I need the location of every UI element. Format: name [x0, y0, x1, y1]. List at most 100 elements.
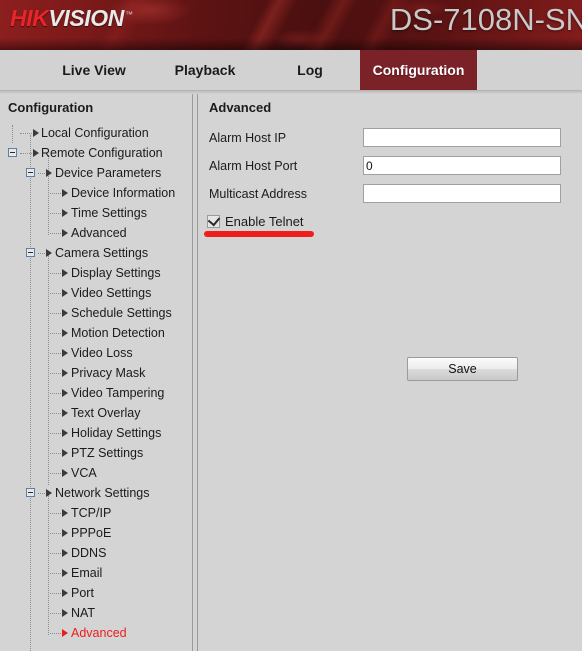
tree-item-vca[interactable]: VCA: [0, 463, 192, 483]
tree-item-port[interactable]: Port: [0, 583, 192, 603]
tree-item-advanced[interactable]: Advanced: [0, 223, 192, 243]
tree-item-advanced[interactable]: Advanced: [0, 623, 192, 643]
tree-item-label: Motion Detection: [71, 326, 165, 340]
chevron-right-icon: [62, 429, 68, 437]
tree-item-text-overlay[interactable]: Text Overlay: [0, 403, 192, 423]
tree-connector: [50, 333, 61, 334]
tree-item-nat[interactable]: NAT: [0, 603, 192, 623]
enable-telnet-row[interactable]: Enable Telnet: [207, 213, 304, 229]
tree-connector: [38, 253, 45, 254]
tree-item-tcp-ip[interactable]: TCP/IP: [0, 503, 192, 523]
tree-item-label: Video Tampering: [71, 386, 165, 400]
chevron-right-icon: [46, 249, 52, 257]
label-multicast-address: Multicast Address: [209, 187, 307, 201]
chevron-right-icon: [62, 329, 68, 337]
tree-item-label: Camera Settings: [55, 246, 149, 260]
chevron-right-icon: [62, 469, 68, 477]
tree-item-time-settings[interactable]: Time Settings: [0, 203, 192, 223]
label-alarm-host-port: Alarm Host Port: [209, 159, 298, 173]
tree-item-label: Holiday Settings: [71, 426, 162, 440]
tree-item-label: Email: [71, 566, 103, 580]
tab-playback[interactable]: Playback: [150, 50, 260, 90]
save-button[interactable]: Save: [407, 357, 518, 381]
checkmark-icon: [207, 213, 221, 227]
chevron-right-icon: [33, 149, 39, 157]
tree-item-device-information[interactable]: Device Information: [0, 183, 192, 203]
tree-connector: [50, 213, 61, 214]
tree-item-video-tampering[interactable]: Video Tampering: [0, 383, 192, 403]
tab-configuration[interactable]: Configuration: [360, 50, 477, 90]
chevron-right-icon: [62, 269, 68, 277]
tree-connector: [50, 613, 61, 614]
chevron-right-icon: [62, 589, 68, 597]
tree-item-ddns[interactable]: DDNS: [0, 543, 192, 563]
hikvision-logo: HIKVISION™: [10, 5, 133, 32]
tree-item-pppoe[interactable]: PPPoE: [0, 523, 192, 543]
tree-item-camera-settings[interactable]: Camera Settings: [0, 243, 192, 263]
tree-connector: [38, 493, 45, 494]
configuration-sidebar: Configuration Local Configuration Remote …: [0, 94, 193, 651]
field-row-alarm-host-ip: Alarm Host IP: [209, 127, 286, 149]
logo-hik-text: HIK: [10, 5, 49, 31]
tree-item-local-configuration[interactable]: Local Configuration: [0, 123, 192, 143]
tree-connector: [50, 353, 61, 354]
tree-connector: [50, 373, 61, 374]
tree-item-label: Advanced: [71, 626, 127, 640]
tree-connector: [50, 313, 61, 314]
collapse-toggle-icon[interactable]: [26, 168, 35, 177]
chevron-right-icon: [62, 189, 68, 197]
tree-item-label: Local Configuration: [41, 126, 149, 140]
chevron-right-icon: [62, 349, 68, 357]
brand-header: HIKVISION™ DS-7108N-SN: [0, 0, 582, 50]
tree-item-schedule-settings[interactable]: Schedule Settings: [0, 303, 192, 323]
tree-item-label: TCP/IP: [71, 506, 112, 520]
tree-item-label: NAT: [71, 606, 96, 620]
chevron-right-icon: [62, 229, 68, 237]
tree-item-video-loss[interactable]: Video Loss: [0, 343, 192, 363]
tab-log[interactable]: Log: [260, 50, 360, 90]
logo-vision-text: VISION: [48, 5, 124, 31]
tree-item-video-settings[interactable]: Video Settings: [0, 283, 192, 303]
input-alarm-host-ip[interactable]: [363, 128, 561, 147]
tree-item-label: Display Settings: [71, 266, 161, 280]
collapse-toggle-icon[interactable]: [26, 488, 35, 497]
tree-item-label: Device Parameters: [55, 166, 162, 180]
tree-item-label: Video Loss: [71, 346, 133, 360]
trademark-icon: ™: [124, 10, 133, 20]
tree-item-label: Advanced: [71, 226, 127, 240]
input-alarm-host-port[interactable]: [363, 156, 561, 175]
main-navigation-bar: Live View Playback Log Configuration: [0, 50, 582, 91]
chevron-right-icon: [62, 209, 68, 217]
chevron-right-icon: [62, 449, 68, 457]
input-multicast-address[interactable]: [363, 184, 561, 203]
tree-item-remote-configuration[interactable]: Remote Configuration: [0, 143, 192, 163]
tree-connector: [50, 193, 61, 194]
tree-connector: [50, 293, 61, 294]
tree-item-device-parameters[interactable]: Device Parameters: [0, 163, 192, 183]
chevron-right-icon: [33, 129, 39, 137]
tree-item-ptz-settings[interactable]: PTZ Settings: [0, 443, 192, 463]
label-enable-telnet: Enable Telnet: [225, 214, 304, 229]
checkbox-enable-telnet[interactable]: [207, 213, 221, 228]
collapse-toggle-icon[interactable]: [8, 148, 17, 157]
collapse-toggle-icon[interactable]: [26, 248, 35, 257]
tree-item-network-settings[interactable]: Network Settings: [0, 483, 192, 503]
chevron-right-icon: [62, 609, 68, 617]
tree-connector: [50, 593, 61, 594]
tree-item-display-settings[interactable]: Display Settings: [0, 263, 192, 283]
configuration-tree: Local Configuration Remote Configuration D…: [0, 123, 192, 651]
tree-connector: [50, 473, 61, 474]
tree-item-email[interactable]: Email: [0, 563, 192, 583]
tree-connector: [50, 453, 61, 454]
tab-live-view[interactable]: Live View: [38, 50, 150, 90]
annotation-telnet-underline: [204, 231, 314, 237]
chevron-right-icon: [62, 369, 68, 377]
chevron-right-icon: [62, 569, 68, 577]
chevron-right-icon: [62, 509, 68, 517]
tree-item-privacy-mask[interactable]: Privacy Mask: [0, 363, 192, 383]
chevron-right-icon: [62, 409, 68, 417]
device-model-title: DS-7108N-SN: [389, 2, 582, 37]
tree-item-holiday-settings[interactable]: Holiday Settings: [0, 423, 192, 443]
tree-connector: [50, 233, 61, 234]
tree-item-motion-detection[interactable]: Motion Detection: [0, 323, 192, 343]
